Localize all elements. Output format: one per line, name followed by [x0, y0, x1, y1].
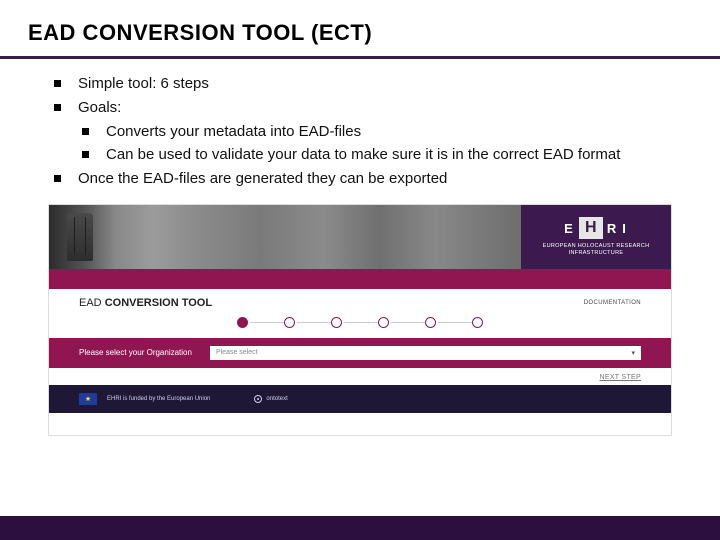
title-rule	[0, 56, 720, 59]
slide-bottom-bar	[0, 516, 720, 540]
step-dot-2[interactable]	[284, 317, 295, 328]
step-indicator	[49, 315, 671, 338]
slide-title: EAD CONVERSION TOOL (ECT)	[28, 20, 692, 46]
next-step-link[interactable]: NEXT STEP	[49, 368, 671, 385]
step-dot-5[interactable]	[425, 317, 436, 328]
documentation-link[interactable]: DOCUMENTATION	[584, 300, 641, 306]
tool-title-bold: CONVERSION TOOL	[105, 297, 212, 309]
ehri-letter-h: H	[579, 217, 603, 239]
tool-title: EAD CONVERSION TOOL	[79, 297, 212, 309]
ehri-letter-r: R	[607, 221, 618, 236]
ehri-letter-i: I	[622, 221, 628, 236]
organization-label: Please select your Organization	[79, 348, 192, 357]
organization-placeholder: Please select	[216, 349, 258, 356]
ontotext-label: ontotext	[266, 396, 287, 402]
step-dot-6[interactable]	[472, 317, 483, 328]
funded-text: EHRI is funded by the European Union	[107, 396, 210, 402]
chevron-down-icon: ▾	[631, 349, 635, 357]
ehri-letter-e: E	[564, 221, 575, 236]
maroon-bar	[49, 269, 671, 289]
step-dot-1[interactable]	[237, 317, 248, 328]
organization-select[interactable]: Please select ▾	[210, 346, 641, 360]
title-wrap: EAD CONVERSION TOOL (ECT)	[0, 0, 720, 52]
list-item: Goals:	[54, 97, 684, 119]
bullet-list: Simple tool: 6 steps Goals: Converts you…	[0, 73, 720, 190]
ehri-logo-panel: E H R I EUROPEAN HOLOCAUST RESEARCH INFR…	[521, 205, 671, 269]
list-item: Can be used to validate your data to mak…	[82, 144, 684, 166]
hero-banner: E H R I EUROPEAN HOLOCAUST RESEARCH INFR…	[49, 205, 671, 269]
list-item: Converts your metadata into EAD-files	[82, 121, 684, 143]
tool-header: EAD CONVERSION TOOL DOCUMENTATION	[49, 289, 671, 315]
ehri-subtitle: EUROPEAN HOLOCAUST RESEARCH INFRASTRUCTU…	[525, 243, 667, 256]
sub-list: Converts your metadata into EAD-files Ca…	[82, 121, 684, 167]
column-icon	[67, 213, 93, 261]
ontotext-icon	[254, 395, 262, 403]
slide: EAD CONVERSION TOOL (ECT) Simple tool: 6…	[0, 0, 720, 540]
eu-flag-icon: ★	[79, 393, 97, 405]
footer-bar: ★ EHRI is funded by the European Union o…	[49, 385, 671, 413]
list-item: Once the EAD-files are generated they ca…	[54, 168, 684, 190]
hero-photo	[49, 205, 521, 269]
step-dot-3[interactable]	[331, 317, 342, 328]
ontotext-logo: ontotext	[254, 395, 287, 403]
step-dot-4[interactable]	[378, 317, 389, 328]
ehri-logo: E H R I	[564, 217, 628, 239]
tool-title-prefix: EAD	[79, 297, 105, 309]
list-item: Simple tool: 6 steps	[54, 73, 684, 95]
organization-row: Please select your Organization Please s…	[49, 338, 671, 368]
embedded-screenshot: E H R I EUROPEAN HOLOCAUST RESEARCH INFR…	[48, 204, 672, 436]
